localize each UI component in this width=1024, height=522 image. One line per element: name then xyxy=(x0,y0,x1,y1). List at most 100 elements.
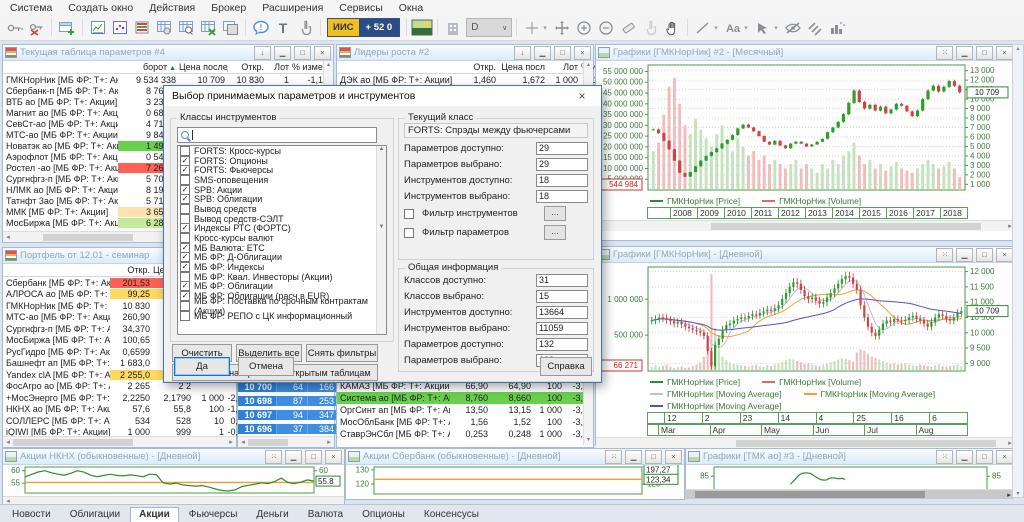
column-header[interactable]: борот ▲ xyxy=(118,61,179,73)
menu-item-создать-окно[interactable]: Создать окно xyxy=(60,1,141,15)
zoom-in-icon[interactable] xyxy=(573,17,595,38)
checkbox-unchecked[interactable] xyxy=(180,311,190,321)
tab-консенсусы[interactable]: Консенсусы xyxy=(415,507,488,522)
menu-item-система[interactable]: Система xyxy=(2,1,60,15)
eye-off-icon[interactable] xyxy=(782,17,804,38)
maximize-button[interactable]: □ xyxy=(645,450,662,464)
chart-settings-button[interactable]: ⁙ xyxy=(936,248,953,262)
table-row[interactable]: СтаврЭнСбл [МБ ФР: Т+: Акции]0,2530,2481… xyxy=(337,428,583,440)
column-header[interactable]: Лот xyxy=(267,61,292,73)
class-list-item[interactable]: ✓SPB: Акции xyxy=(178,185,386,195)
checkbox-checked[interactable]: ✓ xyxy=(180,281,190,291)
workspace-vertical-scrollbar[interactable]: ▴ ▾ xyxy=(1012,44,1024,498)
table-row[interactable]: Система ао [МБ ФР: Т+: Акции]8,7608,6601… xyxy=(337,392,583,404)
class-list-item[interactable]: ✓МБ ФР: Индексы xyxy=(178,262,386,272)
horizontal-scrollbar[interactable]: ◂ ▸ xyxy=(3,436,236,447)
horizontal-scrollbar[interactable]: ◂ ▸ xyxy=(238,436,334,447)
checkbox-checked[interactable]: ✓ xyxy=(180,223,190,233)
trendline-icon[interactable] xyxy=(692,17,714,38)
maximize-button[interactable]: □ xyxy=(554,46,571,60)
close-button[interactable]: × xyxy=(314,46,331,60)
window-titlebar[interactable]: Графики [ГМКНорНик] - [Дневной] ⁙ ▁ □ × xyxy=(596,247,1015,263)
close-button[interactable]: × xyxy=(325,450,342,464)
close-icon[interactable]: × xyxy=(571,89,593,103)
close-button[interactable]: × xyxy=(996,248,1013,262)
checkbox-checked[interactable]: ✓ xyxy=(180,252,190,262)
yes-button[interactable]: Да xyxy=(174,357,230,376)
new-window-icon[interactable] xyxy=(56,17,78,38)
column-header[interactable] xyxy=(3,269,110,271)
checkbox-checked[interactable]: ✓ xyxy=(180,185,190,195)
window-titlebar[interactable]: Лидеры роста #2 ↓ ▁ □ × xyxy=(337,45,593,61)
dialog-titlebar[interactable]: Выбор принимаемых параметров и инструмен… xyxy=(164,86,601,106)
checkbox-unchecked[interactable] xyxy=(180,233,190,243)
order-book-row[interactable]: 10 69887253 xyxy=(238,394,334,408)
class-list-item[interactable]: ✓МБ Валюта: ETC xyxy=(178,243,386,253)
scroll-thumb[interactable] xyxy=(711,223,981,230)
crosshair-icon[interactable] xyxy=(521,17,543,38)
minimize-button[interactable]: ▁ xyxy=(956,248,973,262)
move-icon[interactable] xyxy=(551,17,573,38)
chart-settings-button[interactable]: ⁙ xyxy=(605,450,622,464)
scroll-left-icon[interactable]: ◂ xyxy=(238,438,248,446)
menu-item-расширения[interactable]: Расширения xyxy=(254,1,331,15)
maximize-button[interactable]: □ xyxy=(976,46,993,60)
picture-icon[interactable] xyxy=(411,17,433,38)
class-list-item[interactable]: МБ ФР: Квал. Инвесторы (Акции) xyxy=(178,272,386,282)
scroll-up-icon[interactable]: ▴ xyxy=(1016,45,1019,52)
chart-dots-icon[interactable] xyxy=(109,17,131,38)
dropdown-caret-icon[interactable]: ▾ xyxy=(714,24,722,32)
search-input[interactable] xyxy=(177,127,377,143)
checkbox-unchecked[interactable] xyxy=(180,214,190,224)
minimize-button[interactable]: ▁ xyxy=(285,450,302,464)
quotes-table-icon[interactable] xyxy=(131,17,153,38)
zoom-out-icon[interactable] xyxy=(595,17,617,38)
class-list-item[interactable]: МБ ФР: Поставка по срочным контрактам (А… xyxy=(178,301,386,311)
minimize-button[interactable]: ▁ xyxy=(956,450,973,464)
scroll-thumb[interactable] xyxy=(248,439,288,446)
text-format-icon[interactable]: Aa xyxy=(722,17,744,38)
building-icon[interactable] xyxy=(442,17,464,38)
window-titlebar[interactable]: Акции Сбербанк (обыкновенные) - [Дневной… xyxy=(346,449,684,465)
checkbox-checked[interactable]: ✓ xyxy=(180,156,190,166)
horizontal-scrollbar[interactable]: ▸ xyxy=(685,489,1014,499)
tab-акции[interactable]: Акции xyxy=(130,507,179,522)
tab-облигации[interactable]: Облигации xyxy=(61,507,129,522)
orders-table-icon[interactable] xyxy=(153,17,175,38)
checkbox-unchecked[interactable] xyxy=(404,228,414,238)
table-row[interactable]: НКНХ ао [МБ ФР: Т+: Акции]57,655,8100-1,… xyxy=(3,404,236,416)
chart-settings-button[interactable]: ⁙ xyxy=(265,450,282,464)
table-copy-icon[interactable] xyxy=(219,17,241,38)
scroll-down-icon[interactable]: ▾ xyxy=(1016,490,1019,497)
tab-новости[interactable]: Новости xyxy=(3,507,60,522)
table-export-icon[interactable] xyxy=(197,17,219,38)
window-titlebar[interactable]: Текущая таблица параметров #4 ↓ ▁ □ × xyxy=(3,45,333,61)
hand-point-icon[interactable] xyxy=(294,17,316,38)
dropdown-caret-icon[interactable]: ▾ xyxy=(744,24,752,32)
minimize-button[interactable]: ▁ xyxy=(956,46,973,60)
close-button[interactable]: × xyxy=(574,46,591,60)
pointer-icon[interactable] xyxy=(752,17,774,38)
menu-item-брокер[interactable]: Брокер xyxy=(203,1,254,15)
class-list-item[interactable]: ✓Индексы РТС (ФОРТС) xyxy=(178,224,386,234)
table-row[interactable]: ОргСинт ап [МБ ФР: Т+: Акции]13,5013,151… xyxy=(337,404,583,416)
text-label-icon[interactable]: T xyxy=(272,17,294,38)
maximize-button[interactable]: □ xyxy=(305,450,322,464)
checkbox-checked[interactable]: ✓ xyxy=(180,262,190,272)
alert-bubble-icon[interactable]: ! xyxy=(250,17,272,38)
checkbox-unchecked[interactable] xyxy=(180,146,190,156)
menu-item-сервисы[interactable]: Сервисы xyxy=(331,1,391,15)
close-button[interactable]: × xyxy=(665,450,682,464)
checkbox-checked[interactable]: ✓ xyxy=(180,243,190,253)
class-list-item[interactable]: ✓МБ ФР: Д-Облигации xyxy=(178,253,386,263)
class-list-item[interactable]: ✓МБ ФР: Облигации xyxy=(178,282,386,292)
class-list-item[interactable]: SMS-оповещения xyxy=(178,175,386,185)
checkbox-checked[interactable]: ✓ xyxy=(180,194,190,204)
column-header[interactable]: Цена послед xyxy=(179,61,228,73)
checkbox-checked[interactable]: ✓ xyxy=(180,165,190,175)
class-list-item[interactable]: ✓FORTS: Опционы xyxy=(178,156,386,166)
scroll-thumb[interactable] xyxy=(13,439,133,446)
column-header[interactable] xyxy=(3,66,118,68)
scroll-left-icon[interactable]: ◂ xyxy=(3,438,13,446)
class-list-item[interactable]: FORTS: Кросс-курсы xyxy=(178,146,386,156)
